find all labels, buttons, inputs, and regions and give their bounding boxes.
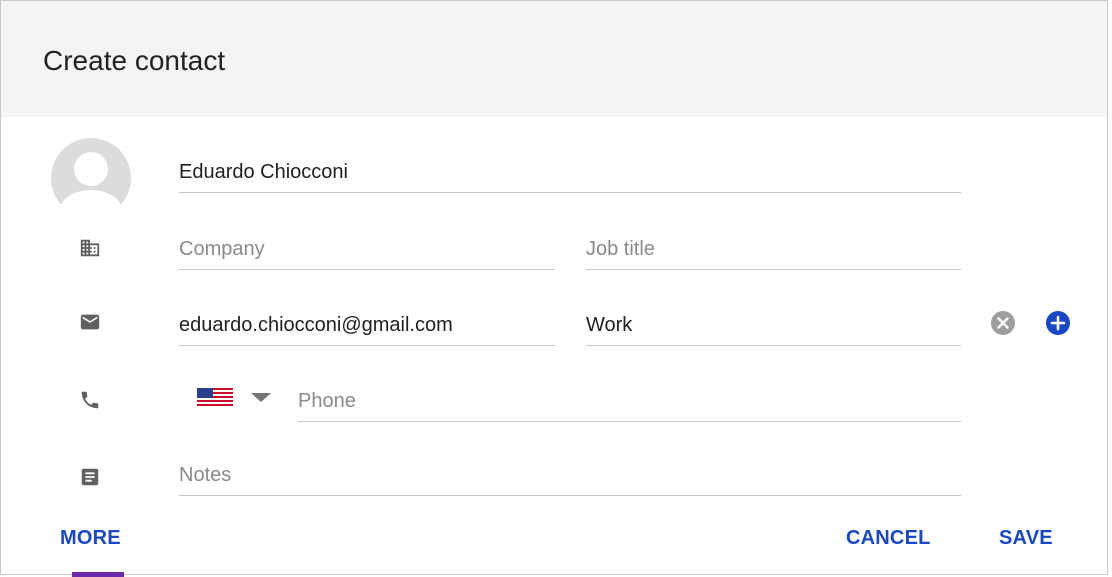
email-label-input[interactable] <box>586 314 961 337</box>
name-input[interactable] <box>179 161 961 184</box>
email-icon <box>80 314 100 330</box>
email-input[interactable] <box>179 314 555 337</box>
add-circle-icon[interactable] <box>1045 310 1071 336</box>
phone-icon <box>81 391 99 409</box>
save-button[interactable]: SAVE <box>999 527 1053 550</box>
email-field[interactable] <box>179 302 555 346</box>
job-title-field[interactable] <box>586 226 961 270</box>
create-contact-dialog: Create contact Eduardo Chiocconi Company… <box>0 0 1108 575</box>
company-input[interactable] <box>179 238 555 261</box>
notes-field[interactable] <box>179 452 961 496</box>
email-label-field[interactable] <box>586 302 961 346</box>
phone-input[interactable] <box>298 390 961 413</box>
avatar[interactable] <box>51 138 131 218</box>
name-field[interactable] <box>179 149 961 193</box>
notes-icon <box>81 468 99 486</box>
dialog-title: Create contact <box>43 45 226 76</box>
job-title-input[interactable] <box>586 238 961 261</box>
us-flag-icon[interactable] <box>197 388 233 406</box>
person-icon <box>60 152 122 218</box>
background-accent-bar <box>72 572 124 577</box>
building-icon <box>80 239 100 257</box>
remove-circle-icon[interactable] <box>990 310 1016 336</box>
company-field[interactable] <box>179 226 555 270</box>
more-button[interactable]: MORE <box>60 527 121 550</box>
dialog-header: Create contact <box>1 1 1107 117</box>
phone-field[interactable] <box>298 378 961 422</box>
country-dropdown-icon[interactable] <box>249 391 273 405</box>
cancel-button[interactable]: CANCEL <box>846 527 931 550</box>
notes-input[interactable] <box>179 464 961 487</box>
